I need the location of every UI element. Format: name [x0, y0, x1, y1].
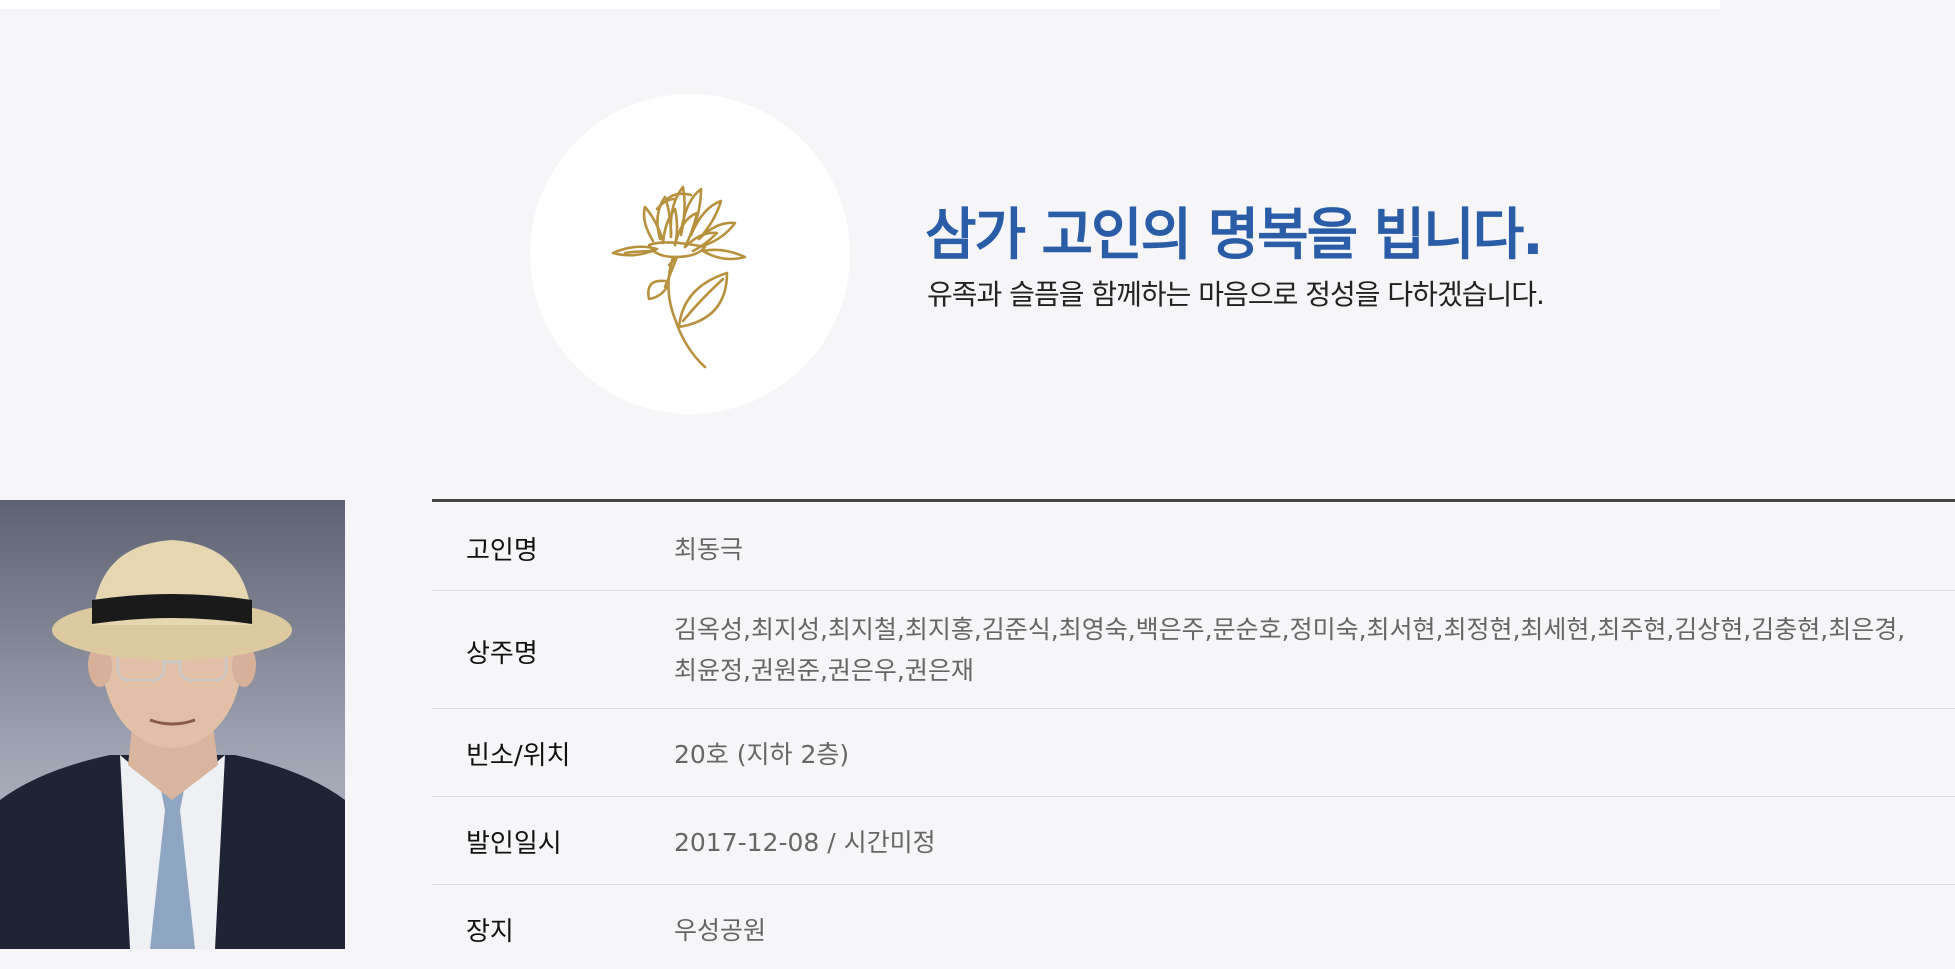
- info-value: 김옥성,최지성,최지철,최지홍,김준식,최영숙,백은주,문순호,정미숙,최서현,…: [674, 615, 1906, 685]
- info-row-funeral-room: 빈소/위치 20호 (지하 2층): [432, 709, 1955, 797]
- info-row-burial-site: 장지 우성공원: [432, 885, 1955, 965]
- deceased-portrait: [0, 500, 345, 949]
- funeral-info-table: 고인명 최동극 상주명 김옥성,최지성,최지철,최지홍,김준식,최영숙,백은주,…: [432, 499, 1955, 965]
- info-label: 빈소/위치: [466, 741, 571, 771]
- info-value: 2017-12-08 / 시간미정: [674, 828, 936, 857]
- portrait-photo: [0, 540, 345, 949]
- info-value: 최동극: [674, 535, 744, 564]
- info-row-deceased-name: 고인명 최동극: [432, 502, 1955, 591]
- chrysanthemum-icon: [611, 185, 747, 369]
- flower-circle: [530, 94, 850, 414]
- page-headline: 삼가 고인의 명복을 빕니다.: [925, 203, 1543, 268]
- info-label: 고인명: [466, 536, 538, 566]
- info-value: 20호 (지하 2층): [674, 740, 850, 769]
- top-bar: [0, 0, 1720, 9]
- info-row-chief-mourners: 상주명 김옥성,최지성,최지철,최지홍,김준식,최영숙,백은주,문순호,정미숙,…: [432, 591, 1955, 709]
- page-subheadline: 유족과 슬픔을 함께하는 마음으로 정성을 다하겠습니다.: [927, 278, 1545, 311]
- info-value: 우성공원: [674, 916, 767, 945]
- info-row-departure-date: 발인일시 2017-12-08 / 시간미정: [432, 797, 1955, 885]
- info-label: 발인일시: [466, 829, 562, 859]
- info-label: 장지: [466, 917, 514, 947]
- info-label: 상주명: [466, 639, 538, 669]
